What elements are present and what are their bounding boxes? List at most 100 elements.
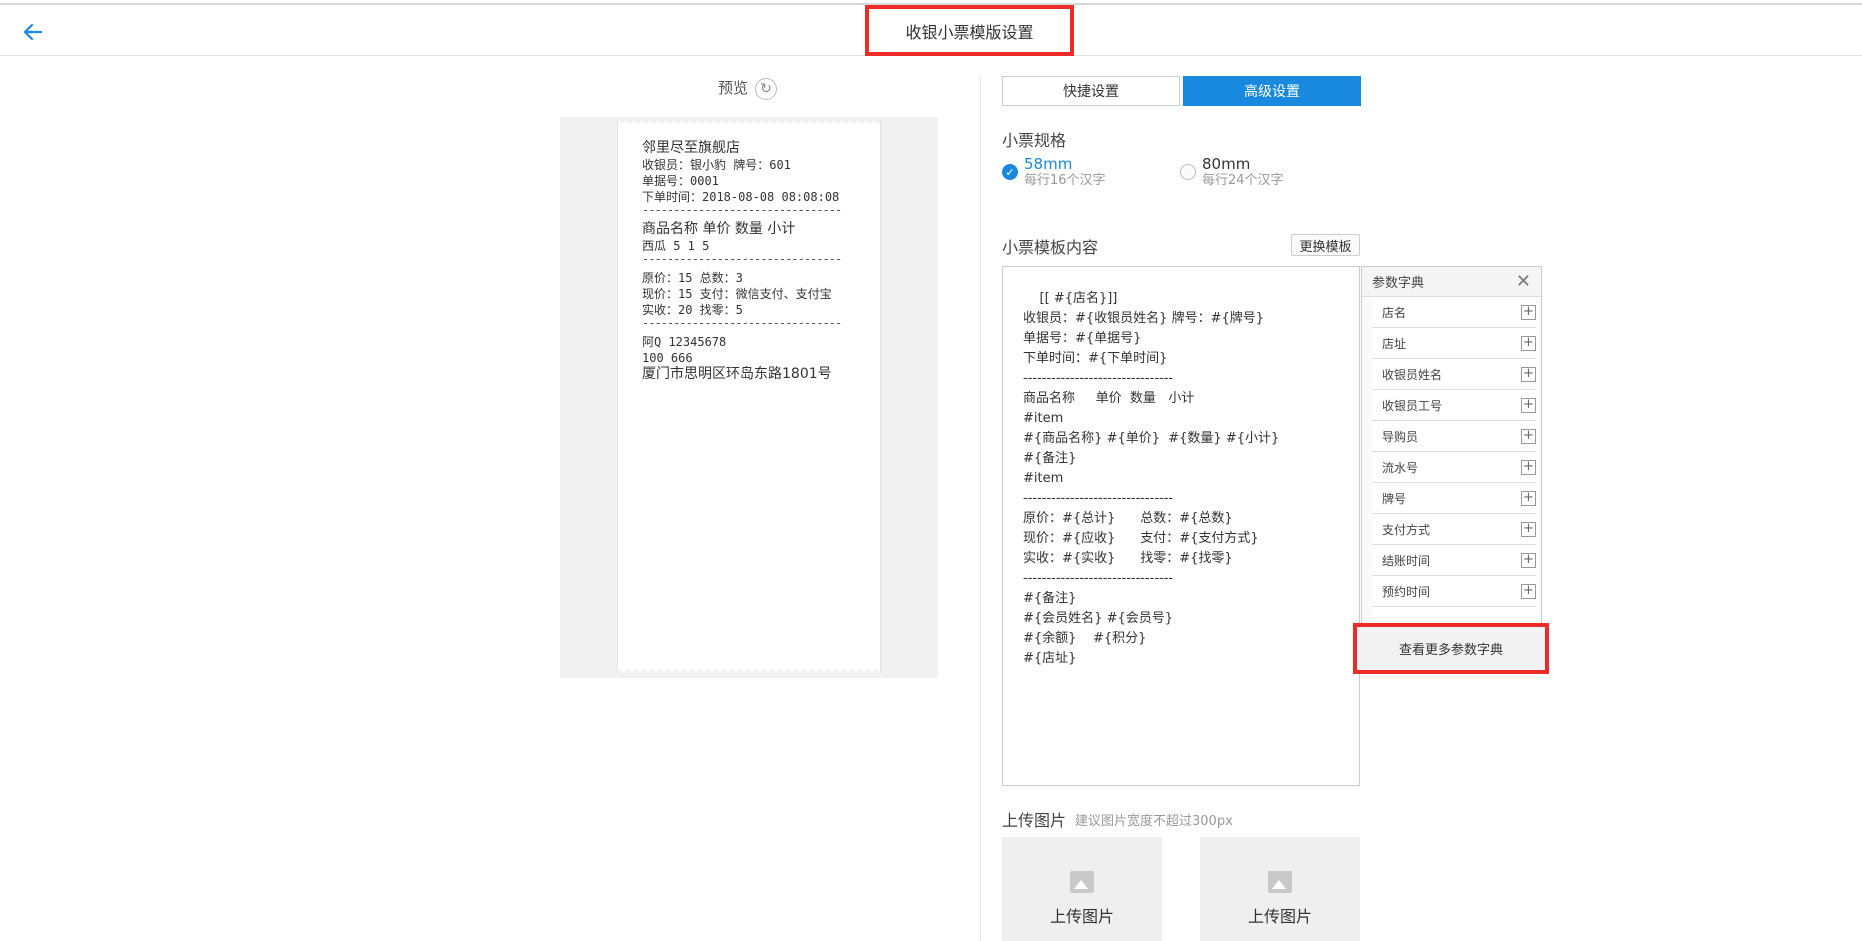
param-list: 店名 + 店址 + 收银员姓名 + 收银员工号 + 导购员 + 流水号 + 牌号 + 支付方式… <box>1362 297 1541 623</box>
template-line: #{店址} <box>1023 651 1077 666</box>
more-params-button[interactable]: 查看更多参数字典 <box>1353 623 1549 674</box>
plus-icon[interactable]: + <box>1521 366 1536 382</box>
param-label: 支付方式 <box>1382 522 1431 537</box>
receipt-line: 商品名称 单价 数量 小计 <box>642 221 796 237</box>
template-line: 商品名称 单价 数量 小计 <box>1023 391 1195 406</box>
param-item: 店名 + <box>1372 297 1536 328</box>
template-line: -------------------------------- <box>1023 371 1174 386</box>
receipt-line: 实收：20 找零：5 <box>642 303 743 317</box>
template-editor[interactable]: [[ #{店名}]] 收银员：#{收银员姓名} 牌号：#{牌号} 单据号：#{单… <box>1002 266 1360 786</box>
receipt-line: 邻里尽至旗舰店 <box>642 140 740 156</box>
image-icon <box>1268 871 1292 893</box>
receipt-preview: 邻里尽至旗舰店 收银员：银小豹 牌号：601 单据号：0001 下单时间：201… <box>642 140 867 383</box>
param-label: 导购员 <box>1382 429 1419 444</box>
tab-advanced-settings[interactable]: 高级设置 <box>1183 76 1361 106</box>
plus-icon[interactable]: + <box>1521 304 1536 320</box>
template-line: #{余额} #{积分} <box>1023 631 1147 646</box>
param-label: 结账时间 <box>1382 553 1431 568</box>
template-line: 现价：#{应收} 支付：#{支付方式} <box>1023 531 1259 546</box>
radio-unchecked-icon[interactable] <box>1180 164 1196 180</box>
plus-icon[interactable]: + <box>1521 521 1536 537</box>
close-icon[interactable]: ✕ <box>1516 272 1531 291</box>
back-button[interactable] <box>20 19 46 45</box>
plus-icon[interactable]: + <box>1521 552 1536 568</box>
upload-hint: 建议图片宽度不超过300px <box>1075 814 1233 829</box>
plus-icon[interactable]: + <box>1521 459 1536 475</box>
param-label: 预约时间 <box>1382 584 1431 599</box>
paper-edge-bottom <box>618 667 880 673</box>
template-line: -------------------------------- <box>1023 491 1174 506</box>
template-line: 原价：#{总计} 总数：#{总数} <box>1023 511 1233 526</box>
param-item: 流水号 + <box>1372 452 1536 483</box>
param-label: 收银员工号 <box>1382 398 1443 413</box>
receipt-separator: -------------------------------- <box>642 254 842 266</box>
receipt-separator: -------------------------------- <box>642 318 842 330</box>
param-label: 店址 <box>1382 336 1407 351</box>
vertical-divider <box>980 76 981 941</box>
receipt-line: 厦门市思明区环岛东路1801号 <box>642 366 832 382</box>
template-line: #item <box>1023 411 1064 426</box>
plus-icon[interactable]: + <box>1521 490 1536 506</box>
template-line: #{备注} <box>1023 591 1077 606</box>
arrow-left-icon <box>23 23 43 41</box>
receipt-line: 100 666 <box>642 351 693 365</box>
template-line: 收银员：#{收银员姓名} 牌号：#{牌号} <box>1023 311 1265 326</box>
page-title: 收银小票模版设置 <box>865 5 1074 56</box>
upload-image-label: 上传图片 <box>1049 907 1114 926</box>
paper-edge-top <box>618 120 880 126</box>
param-item: 收银员工号 + <box>1372 390 1536 421</box>
upload-title: 上传图片 <box>1002 811 1067 830</box>
param-item: 收银员姓名 + <box>1372 359 1536 390</box>
spec-option-80mm[interactable]: 80mm 每行24个汉字 <box>1180 156 1284 188</box>
spec-option-label: 58mm <box>1024 155 1073 173</box>
param-item: 预约时间 + <box>1372 576 1536 607</box>
param-label: 店名 <box>1382 305 1407 320</box>
param-item: 结账时间 + <box>1372 545 1536 576</box>
upload-image-button[interactable]: 上传图片 <box>1002 837 1162 941</box>
upload-image-button[interactable]: 上传图片 <box>1200 837 1360 941</box>
template-line: 实收：#{实收} 找零：#{找零} <box>1023 551 1233 566</box>
change-template-button[interactable]: 更换模板 <box>1291 234 1360 256</box>
param-item: 店址 + <box>1372 328 1536 359</box>
receipt-line: 阿Q 12345678 <box>642 335 727 349</box>
receipt-line: 收银员：银小豹 牌号：601 <box>642 158 791 172</box>
template-line: -------------------------------- <box>1023 571 1174 586</box>
radio-checked-icon[interactable]: ✓ <box>1002 164 1018 180</box>
template-line: 单据号：#{单据号} <box>1023 331 1142 346</box>
param-dictionary-title: 参数字典 <box>1372 276 1425 291</box>
page-header: 收银小票模版设置 <box>0 5 1862 56</box>
param-item: 支付方式 + <box>1372 514 1536 545</box>
receipt-line: 现价：15 支付：微信支付、支付宝 <box>642 287 832 301</box>
preview-label: 预览 <box>718 79 749 97</box>
upload-image-label: 上传图片 <box>1247 907 1312 926</box>
param-item: 牌号 + <box>1372 483 1536 514</box>
receipt-paper: 邻里尽至旗舰店 收银员：银小豹 牌号：601 单据号：0001 下单时间：201… <box>617 120 881 673</box>
image-icon <box>1070 871 1094 893</box>
template-line: [[ #{店名}]] <box>1023 291 1118 306</box>
spec-option-58mm[interactable]: ✓ 58mm 每行16个汉字 <box>1002 156 1106 188</box>
refresh-icon[interactable]: ↻ <box>755 78 777 100</box>
spec-option-desc: 每行24个汉字 <box>1202 173 1284 188</box>
spec-title: 小票规格 <box>1002 131 1067 150</box>
plus-icon[interactable]: + <box>1521 335 1536 351</box>
template-line: #{会员姓名} #{会员号} <box>1023 611 1174 626</box>
receipt-line: 西瓜 5 1 5 <box>642 239 710 253</box>
param-item-partial <box>1372 607 1536 623</box>
spec-option-label: 80mm <box>1202 155 1251 173</box>
plus-icon[interactable]: + <box>1521 583 1536 599</box>
template-line: 下单时间：#{下单时间} <box>1023 351 1168 366</box>
tab-quick-settings[interactable]: 快捷设置 <box>1002 76 1180 106</box>
receipt-separator: -------------------------------- <box>642 205 842 217</box>
plus-icon[interactable]: + <box>1521 397 1536 413</box>
template-line: #{商品名称} #{单价} #{数量} #{小计} <box>1023 431 1280 446</box>
plus-icon[interactable]: + <box>1521 428 1536 444</box>
param-label: 牌号 <box>1382 491 1407 506</box>
param-item: 导购员 + <box>1372 421 1536 452</box>
param-label: 流水号 <box>1382 460 1419 475</box>
settings-tabs: 快捷设置 高级设置 <box>1002 76 1361 106</box>
receipt-line: 下单时间：2018-08-08 08:08:08 <box>642 190 840 204</box>
param-dictionary-header: 参数字典 ✕ <box>1362 267 1541 297</box>
param-dictionary-panel: 参数字典 ✕ 店名 + 店址 + 收银员姓名 + 收银员工号 + 导购员 + 流水号 + 牌… <box>1361 266 1542 624</box>
template-line: #item <box>1023 471 1064 486</box>
template-title: 小票模板内容 <box>1002 238 1099 257</box>
